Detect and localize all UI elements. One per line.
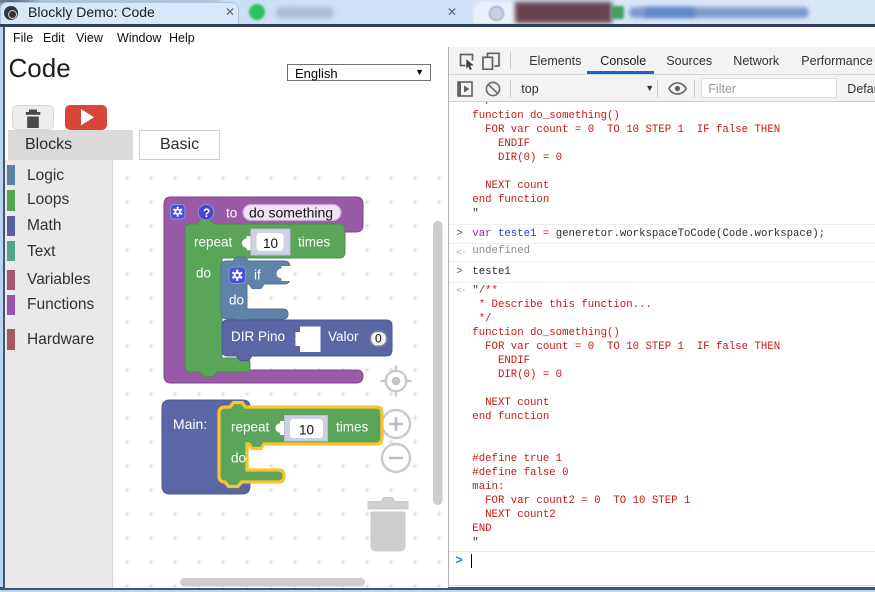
svg-text:0: 0 bbox=[375, 332, 382, 346]
svg-text:repeat: repeat bbox=[231, 420, 270, 435]
svg-text:to: to bbox=[226, 206, 237, 221]
svg-text:Main:: Main: bbox=[173, 416, 207, 432]
svg-text:do something: do something bbox=[249, 205, 333, 221]
svg-text:if: if bbox=[254, 268, 261, 283]
svg-text:10: 10 bbox=[263, 236, 278, 251]
svg-text:DIR Pino: DIR Pino bbox=[231, 329, 285, 344]
svg-text:repeat: repeat bbox=[194, 235, 233, 250]
svg-text:do: do bbox=[231, 451, 246, 466]
svg-text:do: do bbox=[229, 293, 244, 308]
svg-text:times: times bbox=[336, 420, 369, 435]
svg-text:do: do bbox=[196, 266, 211, 281]
svg-text:times: times bbox=[298, 235, 331, 250]
svg-text:Valor: Valor bbox=[328, 329, 359, 344]
svg-text:?: ? bbox=[203, 206, 210, 220]
svg-text:10: 10 bbox=[299, 423, 314, 438]
